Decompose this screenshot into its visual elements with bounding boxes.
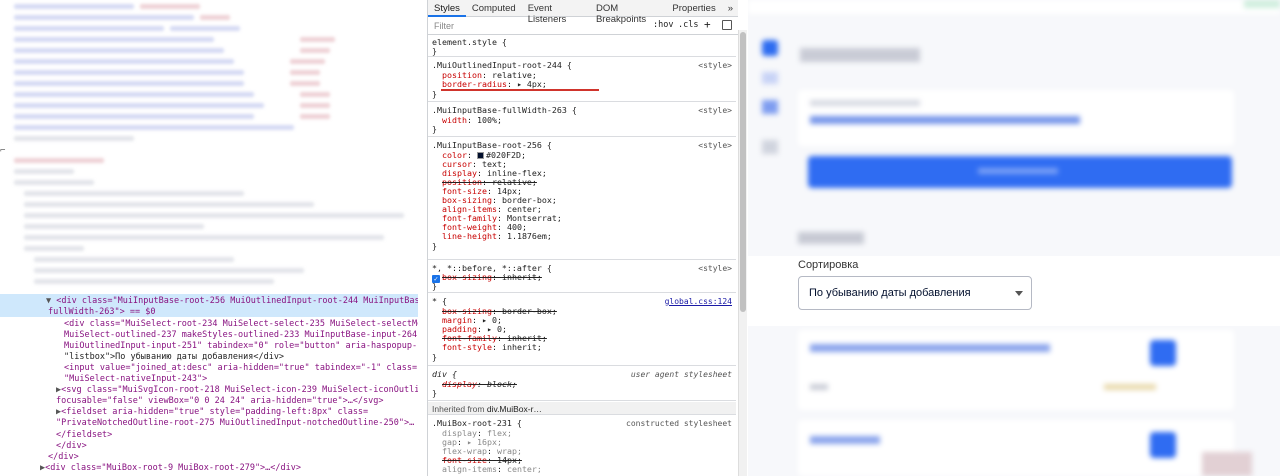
dom-line[interactable]: "PrivateNotchedOutline-root-275 MuiOutli…: [56, 418, 414, 429]
dom-line[interactable]: fullWidth-263"> == $0: [48, 307, 155, 318]
color-swatch-icon[interactable]: [476, 152, 484, 159]
styles-tabbar: Styles Computed Event Listeners DOM Brea…: [428, 0, 738, 25]
dom-line[interactable]: ▶<div class="MuiBox-root-9 MuiBox-root-2…: [40, 463, 301, 474]
filter-input[interactable]: Filter: [434, 21, 454, 31]
styles-pane[interactable]: Styles Computed Event Listeners DOM Brea…: [427, 0, 738, 476]
chevron-down-icon: [1015, 291, 1023, 296]
annotation-underline: [441, 89, 599, 91]
cls-button[interactable]: .cls: [678, 20, 698, 30]
filter-bar: Filter :hov .cls +: [428, 17, 738, 35]
tab-styles[interactable]: Styles: [428, 0, 466, 17]
rule-global-universal[interactable]: * { global.css:124 box-sizing: border-bo…: [428, 294, 736, 366]
sort-select-value: По убыванию даты добавления: [809, 287, 971, 299]
tab-event-listeners[interactable]: Event Listeners: [522, 0, 590, 25]
dom-line[interactable]: </div>: [48, 452, 79, 463]
rule-full-width[interactable]: .MuiInputBase-fullWidth-263 { <style> wi…: [428, 103, 736, 137]
blurred-dom-lines: [0, 0, 418, 290]
app-preview: Сортировка По убыванию даты добавления: [748, 0, 1280, 476]
hov-button[interactable]: :hov: [653, 20, 673, 30]
sort-select[interactable]: По убыванию даты добавления: [798, 276, 1032, 310]
dom-line[interactable]: "MuiSelect-nativeInput-243">: [64, 374, 207, 385]
inherited-from-link[interactable]: div.MuiBox-r…: [487, 404, 542, 414]
tab-properties[interactable]: Properties: [666, 0, 721, 17]
more-tabs-button[interactable]: »: [722, 0, 738, 17]
new-rule-button[interactable]: +: [704, 18, 711, 31]
rule-outlined-input-root[interactable]: .MuiOutlinedInput-root-244 { <style> pos…: [428, 58, 736, 102]
dom-line[interactable]: MuiSelect-outlined-237 makeStyles-outlin…: [64, 330, 417, 341]
dom-line[interactable]: <input value="joined_at:desc" aria-hidde…: [64, 363, 417, 374]
cursor-mark: ⌐: [0, 146, 6, 156]
dom-line[interactable]: focusable="false" viewBox="0 0 24 24" ar…: [56, 396, 384, 407]
rule-input-base-root[interactable]: .MuiInputBase-root-256 { <style> color: …: [428, 138, 736, 260]
blurred-app-content: [748, 0, 1280, 476]
rule-universal-pseudo[interactable]: *, *::before, *::after { <style> ✓ box-si…: [428, 261, 736, 293]
rule-user-agent-div[interactable]: div { user agent stylesheet display: blo…: [428, 367, 736, 401]
tab-computed[interactable]: Computed: [466, 0, 522, 17]
elements-dom-tree[interactable]: ⌐ ▼ <div class="MuiInputBase-root-256 Mu…: [0, 0, 418, 476]
dom-line[interactable]: ▶<fieldset aria-hidden="true" style="pad…: [56, 407, 368, 418]
dom-line[interactable]: "listbox">По убыванию даты добавления</d…: [64, 352, 284, 363]
dom-line[interactable]: ▶<svg class="MuiSvgIcon-root-218 MuiSele…: [56, 385, 418, 396]
tab-dom-breakpoints[interactable]: DOM Breakpoints: [590, 0, 666, 25]
dom-line[interactable]: MuiOutlinedInput-input-251" tabindex="0"…: [64, 341, 417, 352]
toggle-sidebar-icon[interactable]: [722, 20, 732, 30]
inherited-header: Inherited from div.MuiBox-r…: [428, 402, 736, 415]
rule-box-root[interactable]: .MuiBox-root-231 { constructed styleshee…: [428, 416, 736, 476]
dom-line[interactable]: <div class="MuiSelect-root-234 MuiSelect…: [64, 319, 418, 330]
sort-label: Сортировка: [798, 259, 859, 271]
dom-line[interactable]: </fieldset>: [56, 430, 112, 441]
rule-element-style[interactable]: element.style { }: [428, 35, 736, 57]
styles-scrollbar-thumb[interactable]: [740, 32, 746, 312]
dom-line[interactable]: ▼ <div class="MuiInputBase-root-256 MuiO…: [46, 296, 418, 307]
dom-line[interactable]: </div>: [56, 441, 87, 452]
